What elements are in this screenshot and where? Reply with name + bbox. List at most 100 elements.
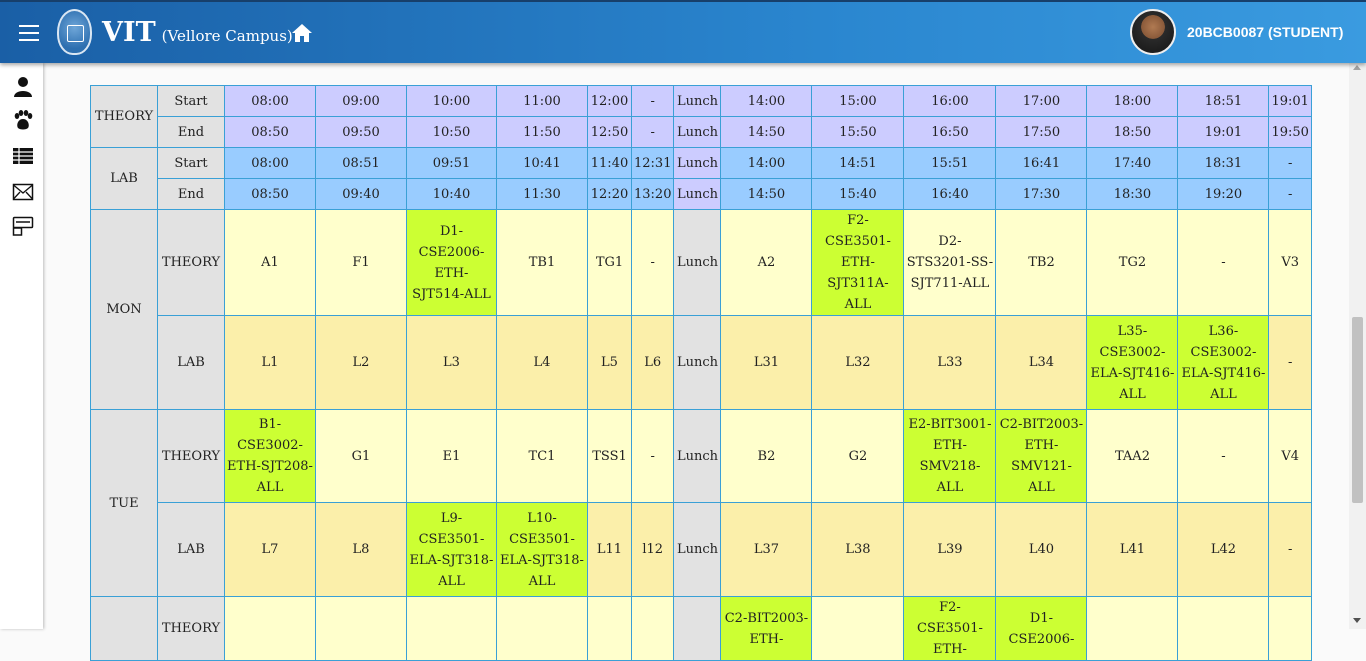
registered-slot-cell[interactable]: L10-CSE3501-ELA-SJT318-ALL [496, 502, 588, 597]
time-cell: 19:01 [1268, 85, 1312, 117]
theory-row-label: THEORY [157, 209, 225, 316]
slot-cell: TC1 [496, 409, 588, 503]
scrollbar-thumb[interactable] [1352, 317, 1363, 503]
scroll-up-arrow-icon[interactable] [1353, 65, 1361, 70]
end-label: End [157, 178, 225, 210]
time-cell: Lunch [673, 178, 722, 210]
time-cell: 09:40 [315, 178, 407, 210]
time-cell: 11:00 [496, 85, 588, 117]
user-avatar[interactable] [1130, 9, 1176, 55]
registered-slot-cell[interactable]: L36-CSE3002-ELA-SJT416-ALL [1177, 315, 1270, 410]
slot-cell: TB1 [496, 209, 588, 316]
theory-row-label: THEORY [157, 409, 225, 503]
time-cell: 15:51 [903, 147, 997, 179]
registered-slot-cell[interactable]: B1-CSE3002-ETH-SJT208-ALL [224, 409, 316, 503]
time-cell: 19:01 [1177, 116, 1270, 148]
table-icon[interactable] [12, 145, 34, 167]
time-cell: 16:41 [995, 147, 1088, 179]
slot-cell: G1 [315, 409, 407, 503]
slot-cell: L7 [224, 502, 316, 597]
slot-cell: B2 [720, 409, 813, 503]
slot-cell: L39 [903, 502, 997, 597]
slot-cell: G2 [811, 409, 905, 503]
time-cell: 15:50 [811, 116, 905, 148]
slot-cell: L38 [811, 502, 905, 597]
top-navbar: VIT (Vellore Campus) 20BCB0087 (STUDENT) [0, 0, 1366, 63]
profile-icon[interactable] [12, 76, 34, 98]
time-cell: Lunch [673, 85, 722, 117]
time-cell: 12:00 [587, 85, 632, 117]
scroll-down-arrow-icon[interactable] [1353, 618, 1361, 623]
time-cell: - [1268, 178, 1312, 210]
slot-cell: L32 [811, 315, 905, 410]
registered-slot-cell[interactable]: D1-CSE2006-ETH-SJT514-ALL [406, 209, 497, 316]
time-cell: 09:00 [315, 85, 407, 117]
registered-slot-cell[interactable]: L9-CSE3501-ELA-SJT318-ALL [406, 502, 497, 597]
slot-cell: L8 [315, 502, 407, 597]
vit-logo [57, 9, 92, 55]
time-cell: 12:20 [587, 178, 632, 210]
slot-cell: - [1268, 315, 1312, 410]
home-icon[interactable] [291, 22, 313, 44]
time-cell: 17:50 [995, 116, 1088, 148]
start-label: Start [157, 85, 225, 117]
slot-cell: L6 [630, 315, 675, 410]
time-cell: 14:00 [720, 147, 813, 179]
slot-cell: l12 [630, 502, 675, 597]
time-cell: 19:50 [1268, 116, 1312, 148]
time-cell: 08:50 [224, 178, 316, 210]
time-cell: 18:00 [1086, 85, 1179, 117]
timetable: THEORY Start 08:00 09:00 10:00 11:00 12:00- Lun… [90, 85, 1312, 661]
paw-icon[interactable] [12, 109, 34, 131]
slot-cell: F1 [315, 209, 407, 316]
slot-cell: E1 [406, 409, 497, 503]
registered-slot-cell[interactable]: L35-CSE3002-ELA-SJT416-ALL [1086, 315, 1179, 410]
user-id-label[interactable]: 20BCB0087 (STUDENT) [1187, 24, 1343, 40]
day-label: TUE [90, 409, 158, 597]
lab-header: LAB [90, 147, 158, 210]
time-cell: - [630, 85, 675, 117]
time-cell: 16:50 [903, 116, 997, 148]
time-cell: 10:41 [496, 147, 588, 179]
time-cell: 18:50 [1086, 116, 1179, 148]
day-lab-row: LAB L7 L8 L9-CSE3501-ELA-SJT318-ALL L10-CSE3… [91, 502, 1312, 597]
slot-cell: L5 [587, 315, 632, 410]
slot-cell: D2-STS3201-SS-SJT711-ALL [903, 209, 997, 316]
lab-end-row: End 08:50 09:40 10:40 11:30 12:20 13:20 Lunch 14… [91, 178, 1312, 210]
day-label: MON [90, 209, 158, 410]
time-cell: 16:00 [903, 85, 997, 117]
slot-cell: L41 [1086, 502, 1179, 597]
slot-cell: L33 [903, 315, 997, 410]
registered-slot-cell[interactable]: C2-BIT2003-ETH-SMV121-ALL [995, 409, 1088, 503]
time-cell: 11:40 [587, 147, 632, 179]
slot-cell: L2 [315, 315, 407, 410]
registered-slot-cell[interactable]: E2-BIT3001-ETH-SMV218-ALL [903, 409, 997, 503]
time-cell: 15:40 [811, 178, 905, 210]
slot-cell: TAA2 [1086, 409, 1179, 503]
day-lab-row: LAB L1 L2 L3 L4 L5 L6 Lunch L31 L32 L33 L34 L35-CSE3… [91, 315, 1312, 410]
time-cell: 18:31 [1177, 147, 1270, 179]
lab-row-label: LAB [157, 502, 225, 597]
slot-cell: Lunch [673, 409, 722, 503]
mail-icon[interactable] [12, 181, 34, 203]
time-cell: 11:50 [496, 116, 588, 148]
brand-title: VIT (Vellore Campus) [102, 18, 293, 51]
slot-cell: V3 [1268, 209, 1312, 316]
time-cell: 10:40 [406, 178, 497, 210]
time-cell: 17:40 [1086, 147, 1179, 179]
time-cell: 14:51 [811, 147, 905, 179]
day-theory-row: MON THEORY A1 F1 D1-CSE2006-ETH-SJT514-ALL TB… [90, 209, 1312, 410]
registered-slot-cell[interactable]: F2-CSE3501-ETH-SJT311A-ALL [811, 209, 905, 316]
slot-cell: Lunch [673, 209, 722, 316]
time-cell: 11:30 [496, 178, 588, 210]
menu-icon[interactable] [19, 25, 39, 41]
slot-cell: Lunch [673, 502, 722, 597]
time-cell: 18:30 [1086, 178, 1179, 210]
slot-cell: L42 [1177, 502, 1270, 597]
page-scrollbar[interactable] [1349, 63, 1366, 629]
brand-campus: (Vellore Campus) [161, 27, 293, 45]
slot-cell: - [1268, 502, 1312, 597]
slot-cell: - [1177, 209, 1270, 316]
time-cell: 14:00 [720, 85, 813, 117]
card-icon[interactable] [12, 215, 34, 237]
